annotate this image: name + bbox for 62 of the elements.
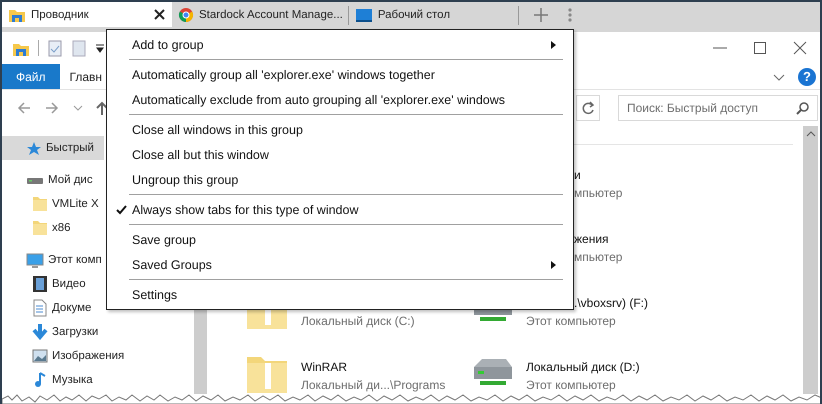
menu-item[interactable]: Automatically group all 'explorer.exe' windows together [107,62,573,87]
forward-icon[interactable] [44,100,60,116]
ribbon-tab[interactable]: Файл [2,64,60,89]
item-detail: мпьютер [574,186,622,201]
item-name: WinRAR [301,360,348,375]
menu-item[interactable]: Automatically exclude from auto grouping all 'explorer.exe' windows [107,87,573,112]
sidebar-item[interactable]: Видео [2,272,88,296]
item-detail: Локальный ди...\Programs [301,378,446,393]
menu-item[interactable]: Saved Groups [107,252,573,277]
browser-tab[interactable]: Stardock Account Manage... [172,2,349,27]
sidebar-item[interactable]: Изображения [2,344,126,368]
ribbon-tab[interactable]: Главн [60,64,102,89]
film-icon [32,275,48,293]
sidebar-item[interactable]: x86 [2,216,73,240]
refresh-icon [581,101,595,115]
item-detail: Локальный диск (C:) [301,314,415,329]
browser-tab[interactable]: Рабочий стол [348,2,519,27]
scrollbar[interactable] [803,126,818,394]
menu-item[interactable]: Save group [107,227,573,252]
folder-icon [32,219,48,237]
music-icon [32,371,48,389]
back-icon[interactable] [16,100,32,116]
help-button[interactable]: ? [798,68,816,86]
download-icon [32,323,48,341]
up-icon[interactable] [96,100,108,116]
folder-icon [32,195,48,213]
item-name: жения [574,232,609,247]
image-icon [32,347,48,365]
plus-icon[interactable] [532,6,549,22]
refresh-button[interactable] [576,95,600,121]
sidebar-item[interactable]: Этот комп [2,248,104,272]
item-detail: Этот компьютер [526,314,616,329]
document-icon [32,299,48,317]
menu-item[interactable]: Close all windows in this group [107,117,573,142]
menu-item[interactable]: Ungroup this group [107,167,573,192]
menu-item[interactable]: Settings [107,282,573,307]
monitor-icon [354,6,373,22]
circle-icon [178,6,194,22]
sidebar-item[interactable]: Музыка [2,368,95,392]
star-icon [26,140,42,156]
sidebar-item[interactable]: Мой дис [2,168,95,192]
sidebar-item[interactable]: Загрузки [2,320,100,344]
sidebar-item[interactable]: Быстрый [2,136,104,160]
menu-item[interactable]: Add to group [107,32,573,57]
item-detail: Этот компьютер [526,378,616,393]
sidebar-item[interactable]: Докуме [2,296,94,320]
item-name: Локальный диск (D:) [526,360,640,375]
item-detail: мпьютер [574,250,622,265]
checklist-icon[interactable] [47,40,63,56]
search-field[interactable]: Поиск: Быстрый доступ [618,95,818,121]
menu-item[interactable]: Always show tabs for this type of window [107,197,573,222]
dropdown-icon[interactable] [95,43,105,53]
close-icon[interactable] [792,40,808,56]
browser-tab[interactable]: Проводник [2,2,172,27]
monitor-icon [26,252,44,268]
maximize-icon[interactable] [752,40,768,56]
item-name: и [574,168,581,183]
menu-item[interactable]: Close all but this window [107,142,573,167]
sidebar-item[interactable]: VMLite X [2,192,101,216]
chevron-up-icon[interactable] [806,130,816,138]
item-name: .\vboxsrv) (F:) [574,296,648,311]
close-icon[interactable] [153,8,166,21]
